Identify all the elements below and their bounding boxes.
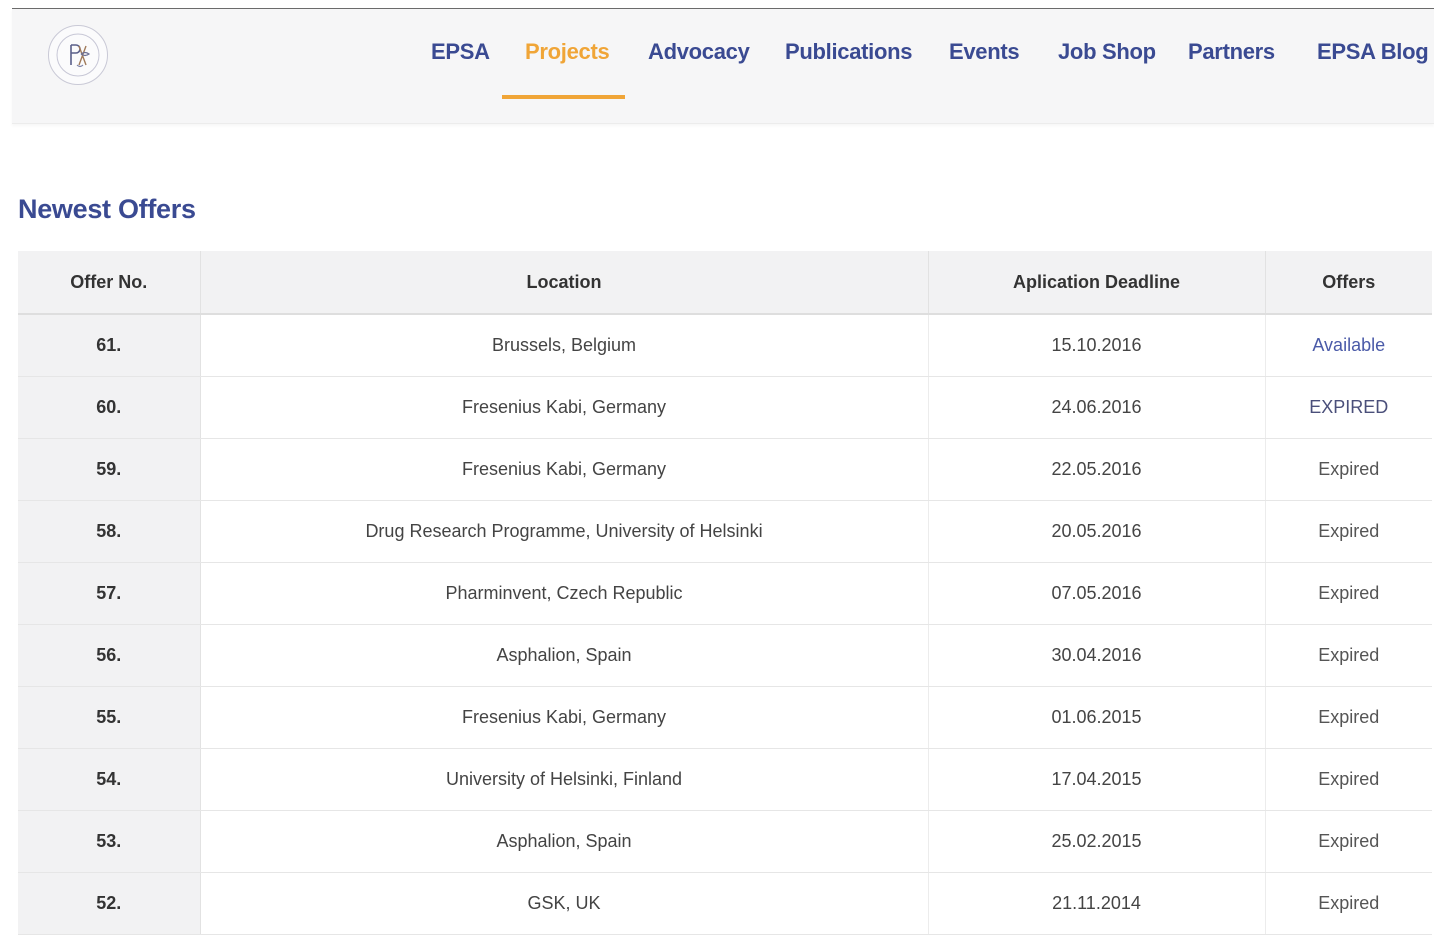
table-row: 60. Fresenius Kabi, Germany 24.06.2016 E… bbox=[18, 376, 1432, 439]
offer-number: 55. bbox=[18, 686, 201, 749]
offer-deadline: 07.05.2016 bbox=[928, 562, 1266, 625]
epsa-logo-icon bbox=[56, 33, 100, 77]
main-navbar: EPSA Projects Advocacy Publications Even… bbox=[12, 9, 1434, 124]
offer-number: 54. bbox=[18, 748, 201, 811]
offer-status: EXPIRED bbox=[1265, 376, 1432, 439]
offer-status: Expired bbox=[1265, 624, 1432, 687]
nav-item-job-shop[interactable]: Job Shop bbox=[1058, 39, 1156, 65]
table-row: 57. Pharminvent, Czech Republic 07.05.20… bbox=[18, 562, 1432, 625]
offers-table: Offer No. Location Aplication Deadline O… bbox=[18, 251, 1432, 935]
nav-item-epsa[interactable]: EPSA bbox=[431, 39, 490, 65]
page-title: Newest Offers bbox=[18, 194, 196, 224]
offer-status: Expired bbox=[1265, 562, 1432, 625]
table-row: 54. University of Helsinki, Finland 17.0… bbox=[18, 748, 1432, 811]
offer-status: Expired bbox=[1265, 686, 1432, 749]
table-row: 52. GSK, UK 21.11.2014 Expired bbox=[18, 872, 1432, 935]
nav-item-epsa-blog[interactable]: EPSA Blog bbox=[1317, 39, 1429, 65]
table-row: 61. Brussels, Belgium 15.10.2016 Availab… bbox=[18, 314, 1432, 377]
table-header-row: Offer No. Location Aplication Deadline O… bbox=[18, 251, 1432, 315]
offer-number: 61. bbox=[18, 314, 201, 377]
offer-location: Asphalion, Spain bbox=[200, 810, 929, 873]
nav-item-advocacy[interactable]: Advocacy bbox=[648, 39, 750, 65]
table-row: 58. Drug Research Programme, University … bbox=[18, 500, 1432, 563]
offer-location: Fresenius Kabi, Germany bbox=[200, 438, 929, 501]
nav-item-projects[interactable]: Projects bbox=[525, 39, 610, 65]
table-row: 53. Asphalion, Spain 25.02.2015 Expired bbox=[18, 810, 1432, 873]
offer-number: 59. bbox=[18, 438, 201, 501]
offer-deadline: 01.06.2015 bbox=[928, 686, 1266, 749]
header-offer-no: Offer No. bbox=[18, 251, 201, 315]
header-offers: Offers bbox=[1265, 251, 1432, 315]
table-row: 55. Fresenius Kabi, Germany 01.06.2015 E… bbox=[18, 686, 1432, 749]
offer-deadline: 15.10.2016 bbox=[928, 314, 1266, 377]
active-nav-underline bbox=[502, 95, 625, 99]
offer-status: Expired bbox=[1265, 438, 1432, 501]
offer-number: 52. bbox=[18, 872, 201, 935]
offer-location: GSK, UK bbox=[200, 872, 929, 935]
offer-deadline: 21.11.2014 bbox=[928, 872, 1266, 935]
offer-number: 56. bbox=[18, 624, 201, 687]
offer-deadline: 20.05.2016 bbox=[928, 500, 1266, 563]
header-deadline: Aplication Deadline bbox=[928, 251, 1266, 315]
table-row: 59. Fresenius Kabi, Germany 22.05.2016 E… bbox=[18, 438, 1432, 501]
offer-number: 60. bbox=[18, 376, 201, 439]
offer-status: Expired bbox=[1265, 748, 1432, 811]
offer-location: Fresenius Kabi, Germany bbox=[200, 686, 929, 749]
offer-deadline: 22.05.2016 bbox=[928, 438, 1266, 501]
nav-item-events[interactable]: Events bbox=[949, 39, 1020, 65]
offer-deadline: 25.02.2015 bbox=[928, 810, 1266, 873]
nav-item-partners[interactable]: Partners bbox=[1188, 39, 1275, 65]
epsa-logo[interactable] bbox=[48, 25, 108, 85]
offer-number: 58. bbox=[18, 500, 201, 563]
offer-status: Expired bbox=[1265, 500, 1432, 563]
offer-location: Fresenius Kabi, Germany bbox=[200, 376, 929, 439]
offer-status: Expired bbox=[1265, 810, 1432, 873]
nav-item-publications[interactable]: Publications bbox=[785, 39, 913, 65]
offer-deadline: 24.06.2016 bbox=[928, 376, 1266, 439]
offer-status: Expired bbox=[1265, 872, 1432, 935]
offer-location: University of Helsinki, Finland bbox=[200, 748, 929, 811]
table-row: 56. Asphalion, Spain 30.04.2016 Expired bbox=[18, 624, 1432, 687]
offer-number: 53. bbox=[18, 810, 201, 873]
offer-location: Asphalion, Spain bbox=[200, 624, 929, 687]
offer-location: Drug Research Programme, University of H… bbox=[200, 500, 929, 563]
offer-number: 57. bbox=[18, 562, 201, 625]
offer-deadline: 17.04.2015 bbox=[928, 748, 1266, 811]
offer-available-link[interactable]: Available bbox=[1265, 314, 1432, 377]
offer-deadline: 30.04.2016 bbox=[928, 624, 1266, 687]
offer-location: Pharminvent, Czech Republic bbox=[200, 562, 929, 625]
header-location: Location bbox=[200, 251, 929, 315]
offer-location: Brussels, Belgium bbox=[200, 314, 929, 377]
